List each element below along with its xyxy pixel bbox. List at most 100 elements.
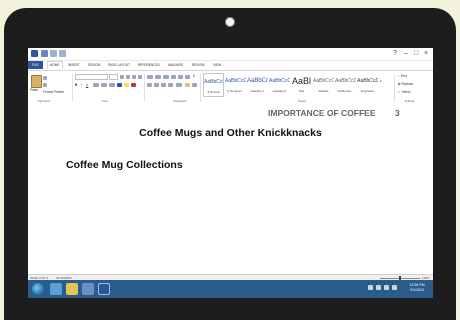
tab-review[interactable]: REVIEW bbox=[190, 62, 207, 68]
shading-icon[interactable] bbox=[185, 83, 190, 87]
close-icon[interactable]: × bbox=[421, 49, 431, 58]
tab-insert[interactable]: INSERT bbox=[66, 62, 82, 68]
start-button-icon[interactable] bbox=[32, 283, 44, 295]
style-heading-1[interactable]: AaBbCc Heading 1 bbox=[247, 73, 268, 97]
cut-icon[interactable] bbox=[43, 76, 47, 80]
taskbar-clock[interactable]: 12:36 PM 9/1/2016 bbox=[404, 283, 430, 293]
internet-explorer-icon[interactable] bbox=[50, 283, 62, 295]
style-no-spacing[interactable]: AaBbCcDc ¶ No Spac... bbox=[225, 73, 246, 97]
taskbar: 12:36 PM 9/1/2016 bbox=[28, 280, 433, 298]
replace-button[interactable]: ⇄ Replace bbox=[398, 82, 413, 86]
change-case-icon[interactable] bbox=[132, 75, 136, 79]
volume-icon[interactable] bbox=[384, 285, 389, 290]
numbering-icon[interactable] bbox=[155, 75, 161, 79]
align-left-icon[interactable] bbox=[147, 83, 152, 87]
multilevel-list-icon[interactable] bbox=[163, 75, 169, 79]
style-subtle-emphasis[interactable]: AaBbCcDc Subtle Em... bbox=[335, 73, 356, 97]
style-normal[interactable]: AaBbCcDc ¶ Normal bbox=[203, 73, 224, 97]
style-sample: AaBbCcC bbox=[269, 78, 290, 84]
format-painter-button[interactable]: Format Painter bbox=[43, 90, 64, 94]
italic-icon[interactable]: I bbox=[81, 83, 82, 87]
style-sample: AaBbCcC bbox=[313, 78, 334, 84]
tab-mailings[interactable]: MAILINGS bbox=[166, 62, 185, 68]
grow-font-icon[interactable] bbox=[120, 75, 124, 79]
file-explorer-icon[interactable] bbox=[66, 283, 78, 295]
select-button[interactable]: ↖ Select bbox=[398, 90, 410, 94]
tab-file[interactable]: FILE bbox=[28, 61, 43, 69]
style-name: Heading 1 bbox=[250, 89, 265, 93]
style-sample: AaBbCcDc bbox=[204, 79, 223, 85]
tab-home[interactable]: HOME bbox=[47, 61, 63, 69]
clear-formatting-icon[interactable] bbox=[138, 75, 142, 79]
decrease-indent-icon[interactable] bbox=[171, 75, 176, 79]
maximize-icon[interactable]: □ bbox=[411, 49, 421, 58]
line-spacing-icon[interactable] bbox=[176, 83, 182, 87]
minimize-icon[interactable]: – bbox=[401, 49, 411, 58]
find-button[interactable]: ⌕ Find bbox=[398, 74, 407, 78]
increase-indent-icon[interactable] bbox=[178, 75, 183, 79]
borders-icon[interactable] bbox=[192, 83, 197, 87]
redo-icon[interactable] bbox=[59, 50, 66, 57]
style-emphasis[interactable]: AaBbCcDc Emphasis bbox=[357, 73, 378, 97]
divider bbox=[72, 74, 73, 102]
clipboard-group-label: Clipboard bbox=[37, 99, 50, 103]
style-title[interactable]: AaBl Title bbox=[291, 73, 312, 97]
style-name: Heading 2 bbox=[272, 89, 287, 93]
battery-icon[interactable] bbox=[392, 285, 397, 290]
save-icon[interactable] bbox=[41, 50, 48, 57]
font-color-icon[interactable] bbox=[131, 83, 136, 87]
style-name: Title bbox=[298, 89, 305, 93]
find-label: Find bbox=[400, 74, 407, 78]
find-icon: ⌕ bbox=[398, 74, 400, 78]
tab-page-layout[interactable]: PAGE LAYOUT bbox=[106, 62, 132, 68]
network-icon[interactable] bbox=[376, 285, 381, 290]
tab-design[interactable]: DESIGN bbox=[86, 62, 102, 68]
strikethrough-icon[interactable] bbox=[93, 83, 99, 87]
document-heading: Coffee Mug Collections bbox=[66, 159, 183, 171]
superscript-icon[interactable] bbox=[109, 83, 115, 87]
paste-icon[interactable] bbox=[31, 75, 42, 88]
word-taskbar-icon[interactable] bbox=[98, 283, 110, 295]
align-right-icon[interactable] bbox=[161, 83, 166, 87]
webcam-icon bbox=[225, 17, 235, 27]
show-formatting-icon[interactable]: ¶ bbox=[193, 74, 195, 78]
style-name: Subtle Em... bbox=[337, 89, 354, 93]
styles-more-icon[interactable]: ▾ bbox=[380, 79, 382, 83]
select-label: Select bbox=[401, 90, 411, 94]
ribbon-tabs: FILE HOME INSERT DESIGN PAGE LAYOUT REFE… bbox=[28, 61, 433, 70]
font-group-label: Font bbox=[102, 99, 109, 103]
title-bar: ? – □ × bbox=[28, 48, 433, 61]
subscript-icon[interactable] bbox=[101, 83, 107, 87]
style-heading-2[interactable]: AaBbCcC Heading 2 bbox=[269, 73, 290, 97]
page-number: 3 bbox=[395, 108, 400, 118]
word-app-icon bbox=[31, 50, 38, 57]
justify-icon[interactable] bbox=[168, 83, 173, 87]
divider bbox=[144, 74, 145, 102]
highlight-icon[interactable] bbox=[124, 83, 129, 87]
bullets-icon[interactable] bbox=[147, 75, 153, 79]
media-player-icon[interactable] bbox=[82, 283, 94, 295]
font-size-box[interactable] bbox=[109, 74, 118, 80]
tray-flag-icon[interactable] bbox=[368, 285, 373, 290]
text-effects-icon[interactable] bbox=[117, 83, 122, 87]
help-icon[interactable]: ? bbox=[390, 49, 400, 58]
tab-references[interactable]: REFERENCES bbox=[136, 62, 162, 68]
replace-label: Replace bbox=[401, 82, 414, 86]
document-page[interactable]: IMPORTANCE OF COFFEE 3 Coffee Mugs and O… bbox=[28, 107, 433, 280]
shrink-font-icon[interactable] bbox=[126, 75, 130, 79]
bold-icon[interactable]: B bbox=[75, 83, 77, 87]
tab-view[interactable]: VIEW bbox=[211, 62, 223, 68]
underline-icon[interactable]: U bbox=[86, 83, 88, 87]
page-header: IMPORTANCE OF COFFEE bbox=[268, 108, 376, 118]
style-sample: AaBbCcDc bbox=[225, 78, 246, 84]
style-sample: AaBbCcDc bbox=[357, 78, 378, 84]
select-icon: ↖ bbox=[398, 90, 401, 94]
style-sample: AaBl bbox=[291, 76, 311, 86]
paste-button[interactable]: Paste bbox=[30, 88, 38, 92]
align-center-icon[interactable] bbox=[154, 83, 159, 87]
undo-icon[interactable] bbox=[50, 50, 57, 57]
sort-icon[interactable] bbox=[185, 75, 190, 79]
copy-icon[interactable] bbox=[43, 83, 47, 87]
font-name-box[interactable] bbox=[75, 74, 108, 80]
style-subtitle[interactable]: AaBbCcC Subtitle bbox=[313, 73, 334, 97]
